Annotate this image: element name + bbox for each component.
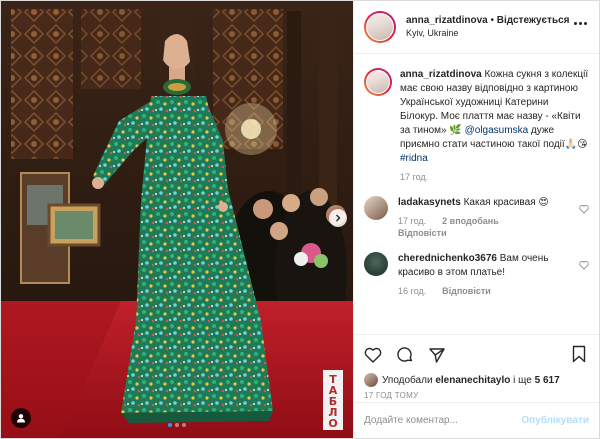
comment-username[interactable]: cherednichenko3676 — [398, 253, 497, 264]
header-separator: • — [487, 15, 497, 26]
commenter-avatar[interactable] — [364, 196, 388, 220]
caption-mention[interactable]: @olgasumska — [465, 125, 529, 136]
carousel-dot — [182, 423, 186, 427]
caption-time[interactable]: 17 год. — [400, 172, 428, 182]
comment-meta: 17 год. 2 вподобань — [398, 216, 584, 226]
likes-suffix: і ще — [513, 374, 532, 386]
comment-text: ladakasynets Какая красивая 😍 — [398, 196, 584, 210]
likes-prefix: Уподобали — [382, 374, 433, 386]
comment-meta: 16 год. Відповісти — [398, 286, 584, 296]
action-icons — [364, 343, 589, 367]
author-info: anna_rizatdinova • Відстежується Kyiv, U… — [406, 14, 570, 40]
liker-username[interactable]: elenanechitaylo — [435, 375, 510, 386]
follow-status-button[interactable]: Відстежується — [497, 15, 570, 26]
reply-button[interactable]: Відповісти — [442, 286, 491, 296]
comment-like-heart-icon[interactable] — [579, 204, 589, 214]
comment-row: ladakasynets Какая красивая 😍 17 год. 2 … — [364, 196, 589, 238]
post-side-panel: anna_rizatdinova • Відстежується Kyiv, U… — [353, 1, 599, 438]
person-tag-icon — [17, 414, 25, 423]
bookmark-icon[interactable] — [571, 345, 587, 363]
add-comment-bar: Опублікувати — [354, 402, 599, 438]
post-timestamp[interactable]: 17 ГОД ТОМУ — [364, 391, 589, 400]
author-username[interactable]: anna_rizatdinova — [406, 15, 488, 26]
comment-username[interactable]: ladakasynets — [398, 197, 461, 208]
carousel-dot — [175, 423, 179, 427]
comment-icon[interactable] — [396, 346, 414, 364]
instagram-post: ТАБЛО anna_rizatdinova • Відстежується K… — [0, 0, 600, 439]
likes-summary: Уподобали elenanechitaylo і ще 5 617 — [364, 373, 589, 387]
caption-username[interactable]: anna_rizatdinova — [400, 69, 482, 80]
liker-avatar[interactable] — [364, 373, 378, 387]
comment-like-heart-icon[interactable] — [579, 260, 589, 270]
caption-hashtag[interactable]: #ridna — [400, 153, 428, 164]
comment-likes-count[interactable]: 2 вподобань — [442, 216, 499, 226]
more-options-icon[interactable] — [574, 22, 587, 25]
carousel-dot — [168, 423, 172, 427]
post-comment-button[interactable]: Опублікувати — [521, 415, 589, 426]
comment-body: Какая красивая 😍 — [463, 197, 549, 208]
runway-photo-illustration — [1, 1, 353, 438]
comment-text: cherednichenko3676 Вам очень красиво в э… — [398, 252, 584, 280]
post-photo[interactable]: ТАБЛО — [1, 1, 353, 438]
caption-text: anna_rizatdinova Кожна сукня з колекції … — [400, 68, 589, 166]
commenter-avatar[interactable] — [364, 252, 388, 276]
author-avatar[interactable] — [364, 11, 396, 43]
comments-section: anna_rizatdinova Кожна сукня з колекції … — [354, 54, 599, 334]
chevron-right-icon — [336, 214, 341, 222]
share-icon[interactable] — [428, 346, 446, 364]
reply-button[interactable]: Відповісти — [398, 228, 447, 238]
caption-meta: 17 год. — [400, 172, 589, 182]
carousel-next-button[interactable] — [329, 209, 347, 227]
post-header: anna_rizatdinova • Відстежується Kyiv, U… — [354, 1, 599, 54]
post-location[interactable]: Kyiv, Ukraine — [406, 27, 570, 40]
caption-row: anna_rizatdinova Кожна сукня з колекції … — [364, 68, 589, 182]
comment-time[interactable]: 16 год. — [398, 286, 426, 296]
author-avatar[interactable] — [364, 68, 392, 96]
post-actions: Уподобали elenanechitaylo і ще 5 617 17 … — [354, 334, 599, 438]
comment-input[interactable] — [364, 415, 522, 426]
watermark-logo: ТАБЛО — [323, 370, 343, 430]
likes-count[interactable]: 5 617 — [535, 375, 560, 386]
comment-meta-reply: Відповісти — [398, 228, 584, 238]
carousel-indicator — [1, 423, 353, 427]
heart-icon[interactable] — [364, 346, 382, 364]
comment-row: cherednichenko3676 Вам очень красиво в э… — [364, 252, 589, 296]
comment-time[interactable]: 17 год. — [398, 216, 426, 226]
